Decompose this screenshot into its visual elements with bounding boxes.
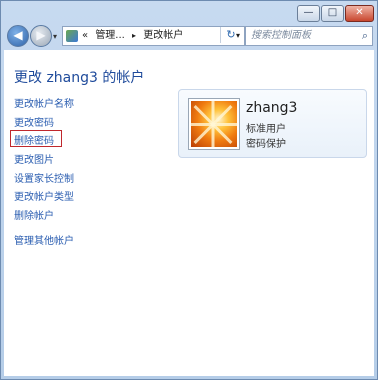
change-password-link[interactable]: 更改密码 [14, 114, 54, 129]
manage-other-accounts-link[interactable]: 管理其他帐户 [14, 232, 74, 247]
account-name: zhang3 [246, 100, 298, 116]
breadcrumb: « 管理... ▸ 更改帐户 [82, 27, 183, 45]
parental-controls-link[interactable]: 设置家长控制 [14, 170, 74, 185]
account-type: 标准用户 [246, 124, 286, 135]
refresh-icon[interactable]: ↻ [220, 27, 241, 43]
close-button[interactable]: ✕ [345, 5, 374, 22]
back-button[interactable]: ◀ [7, 25, 29, 47]
search-icon[interactable]: ⌕ [362, 27, 368, 45]
account-card: zhang3 标准用户 密码保护 [178, 89, 367, 158]
main-content: 更改 zhang3 的帐户 更改帐户名称 更改密码 删除密码 更改图片 设置家长… [4, 50, 374, 376]
breadcrumb-item-manage[interactable]: 管理... [95, 30, 125, 41]
page-title: 更改 zhang3 的帐户 [14, 70, 145, 86]
forward-button[interactable]: ▶ [30, 25, 52, 47]
address-bar[interactable]: « 管理... ▸ 更改帐户 ▾ [62, 26, 245, 46]
recent-pages-dropdown-icon[interactable]: ▾ [53, 32, 57, 41]
control-panel-icon [66, 30, 78, 42]
title-bar: — □ ✕ [1, 1, 377, 23]
change-account-name-link[interactable]: 更改帐户名称 [14, 95, 74, 110]
minimize-button[interactable]: — [297, 5, 320, 22]
change-picture-link[interactable]: 更改图片 [14, 151, 54, 166]
search-placeholder: 搜索控制面板 [251, 30, 311, 41]
avatar [189, 99, 239, 149]
account-password-status: 密码保护 [246, 139, 286, 150]
maximize-button[interactable]: □ [321, 5, 344, 22]
remove-password-link[interactable]: 删除密码 [14, 132, 54, 147]
control-panel-window: — □ ✕ ◀ ▶ ▾ « 管理... ▸ 更改帐户 ▾ ↻ 搜索控制面板 ⌕ … [0, 0, 378, 380]
breadcrumb-separator-icon[interactable]: ▸ [132, 31, 136, 40]
search-input[interactable]: 搜索控制面板 ⌕ [245, 26, 373, 46]
change-account-type-link[interactable]: 更改帐户类型 [14, 188, 74, 203]
navigation-bar: ◀ ▶ ▾ « 管理... ▸ 更改帐户 ▾ ↻ 搜索控制面板 ⌕ [1, 23, 377, 47]
delete-account-link[interactable]: 删除帐户 [14, 207, 54, 222]
breadcrumb-overflow[interactable]: « [82, 30, 88, 41]
breadcrumb-item-change-account[interactable]: 更改帐户 [143, 30, 183, 41]
